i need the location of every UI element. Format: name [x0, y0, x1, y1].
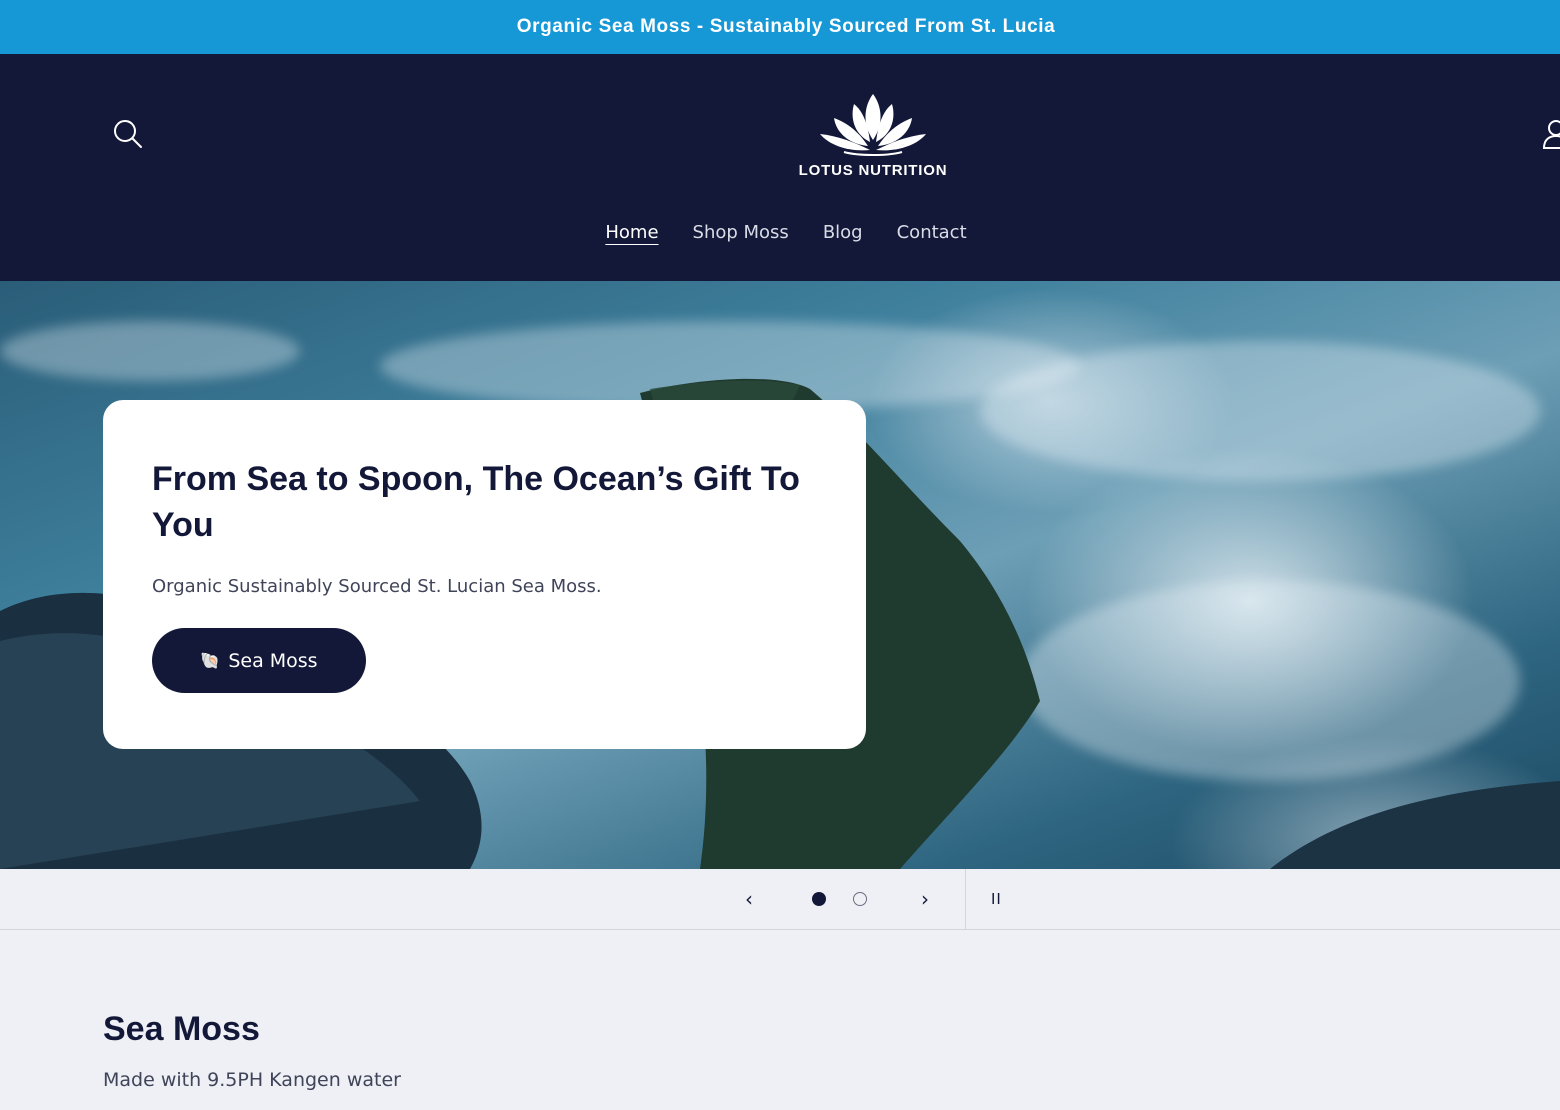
nav-blog[interactable]: Blog	[823, 222, 863, 243]
hero-sea-moss-button[interactable]: 🐚 Sea Moss	[152, 628, 366, 693]
sea-moss-section: Sea Moss Made with 9.5PH Kangen water	[103, 1010, 401, 1091]
nav-shop-moss[interactable]: Shop Moss	[693, 222, 789, 243]
section-subtitle: Made with 9.5PH Kangen water	[103, 1069, 401, 1091]
search-button[interactable]	[112, 118, 152, 158]
brand-name: LOTUS NUTRITION	[798, 162, 948, 179]
search-icon	[114, 120, 142, 148]
shell-emoji-icon: 🐚	[200, 651, 221, 670]
hero-button-label: Sea Moss	[228, 649, 318, 672]
announcement-text: Organic Sea Moss - Sustainably Sourced F…	[516, 16, 1056, 37]
slide-dot-2[interactable]	[853, 892, 867, 906]
next-slide-button[interactable]: ›	[921, 887, 929, 911]
account-icon	[1542, 120, 1560, 149]
lotus-logo-icon	[820, 94, 926, 156]
section-title: Sea Moss	[103, 1010, 260, 1048]
account-button[interactable]	[1538, 118, 1560, 158]
main-nav: Home Shop Moss Blog Contact	[0, 222, 1560, 243]
hero-slideshow: From Sea to Spoon, The Ocean’s Gift To Y…	[0, 281, 1560, 869]
nav-contact[interactable]: Contact	[897, 222, 967, 243]
slideshow-controls: ‹ › II	[0, 869, 1560, 930]
hero-subtitle: Organic Sustainably Sourced St. Lucian S…	[152, 576, 602, 597]
announcement-bar: Organic Sea Moss - Sustainably Sourced F…	[0, 0, 1560, 54]
nav-home[interactable]: Home	[605, 222, 658, 243]
site-header: LOTUS NUTRITION Home Shop Moss Blog Cont…	[0, 54, 1560, 281]
pause-slideshow-button[interactable]: II	[991, 890, 1002, 908]
hero-card: From Sea to Spoon, The Ocean’s Gift To Y…	[103, 400, 866, 749]
slide-dot-1[interactable]	[812, 892, 826, 906]
controls-divider	[965, 869, 966, 930]
hero-title: From Sea to Spoon, The Ocean’s Gift To Y…	[152, 460, 800, 544]
previous-slide-button[interactable]: ‹	[745, 887, 753, 911]
site-logo[interactable]: LOTUS NUTRITION	[760, 90, 986, 190]
